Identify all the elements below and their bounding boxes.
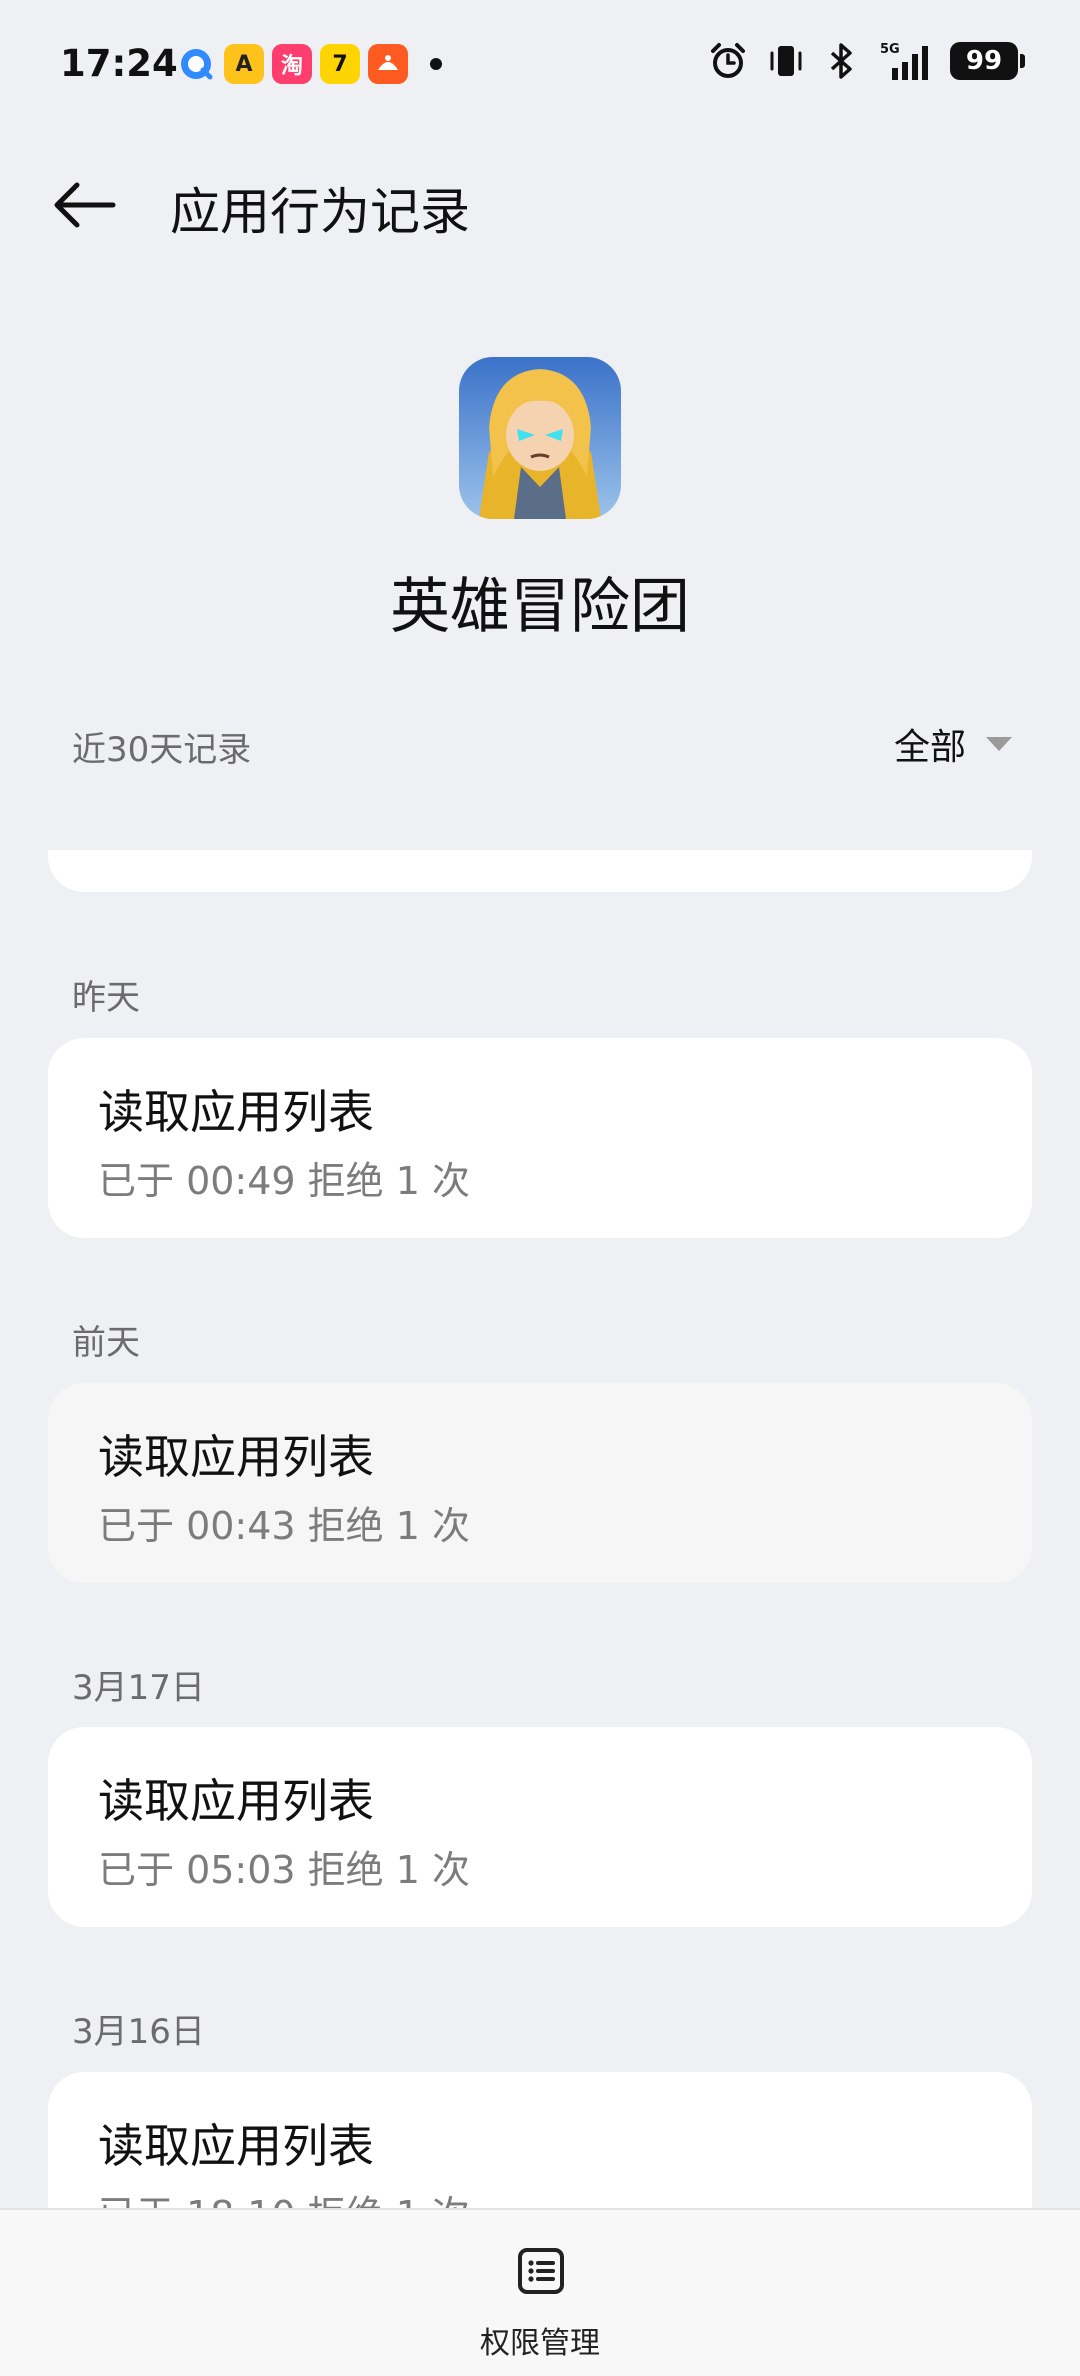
app-icon-7: 7 (320, 44, 360, 84)
permission-management-label: 权限管理 (480, 2326, 600, 2361)
page-title: 应用行为记录 (170, 183, 470, 241)
app-icon (459, 357, 621, 519)
notification-icons: A 淘 7 (176, 44, 442, 84)
filter-label: 近30天记录 (72, 730, 252, 770)
app-icon-a: A (224, 44, 264, 84)
network-label: 5G (880, 42, 900, 57)
vibrate-icon (770, 46, 802, 76)
taobao-icon: 淘 (272, 44, 312, 84)
more-notifications-dot (430, 58, 442, 70)
alarm-icon (711, 43, 745, 78)
list-item[interactable]: 读取应用列表 已于 00:49 拒绝 1 次 (48, 1038, 1032, 1238)
app-a-letter: A (235, 51, 253, 77)
filter-value: 全部 (893, 727, 966, 768)
filter-dropdown[interactable]: 全部 (894, 718, 1012, 770)
list-item[interactable]: 读取应用列表 已于 05:03 拒绝 1 次 (48, 1727, 1032, 1927)
record-title: 读取应用列表 (98, 1085, 374, 1139)
record-title: 读取应用列表 (98, 1774, 374, 1828)
app-icon-orange (368, 44, 408, 84)
bluetooth-icon (830, 43, 852, 79)
list-item-partial[interactable] (48, 850, 1032, 892)
taobao-char: 淘 (280, 54, 303, 79)
bottom-bar: 权限管理 (0, 2208, 1080, 2376)
list-icon (518, 2248, 564, 2294)
system-icons: 5G 99 (708, 40, 1025, 82)
record-title: 读取应用列表 (98, 2119, 374, 2173)
app-name: 英雄冒险团 (390, 572, 690, 642)
dropdown-triangle-icon (986, 737, 1012, 751)
section-date: 前天 (72, 1323, 140, 1363)
battery-indicator: 99 (950, 42, 1025, 80)
section-date: 昨天 (72, 978, 140, 1018)
status-time: 17:24 (60, 42, 178, 85)
list-item[interactable]: 读取应用列表 已于 00:43 拒绝 1 次 (48, 1383, 1032, 1583)
section-date: 3月17日 (72, 1668, 205, 1708)
status-bar: 17:24 A 淘 7 5G 99 (0, 0, 1080, 130)
record-title: 读取应用列表 (98, 1430, 374, 1484)
app-7-char: 7 (332, 51, 348, 77)
signal-5g-icon: 5G (880, 42, 928, 80)
record-detail: 已于 05:03 拒绝 1 次 (98, 1848, 471, 1892)
section-date: 3月16日 (72, 2012, 205, 2052)
back-button[interactable] (44, 170, 124, 240)
permission-management-button[interactable]: 权限管理 (420, 2210, 660, 2376)
record-detail: 已于 00:49 拒绝 1 次 (98, 1159, 471, 1203)
browser-icon (176, 44, 216, 84)
record-detail: 已于 00:43 拒绝 1 次 (98, 1504, 471, 1548)
header: 应用行为记录 (0, 150, 1080, 260)
back-arrow-icon (54, 182, 116, 228)
screen: 17:24 A 淘 7 5G 99 应用行为记录 英雄冒险团 近30天记录 全部… (0, 0, 1080, 2376)
